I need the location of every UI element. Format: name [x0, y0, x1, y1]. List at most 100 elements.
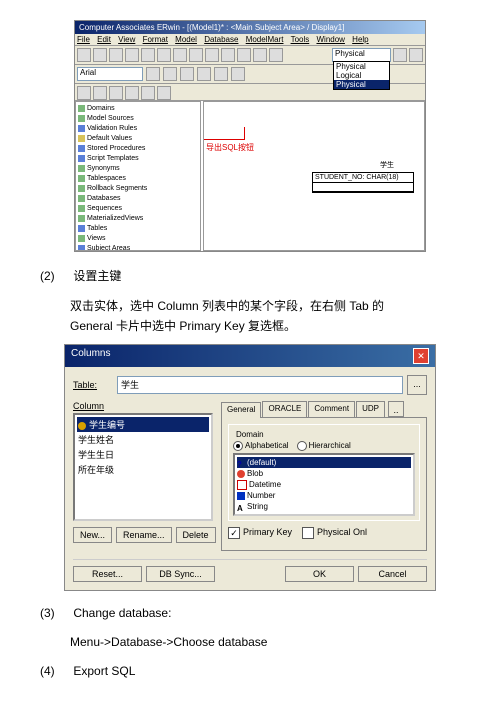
step-title: Export SQL — [73, 664, 135, 678]
window-title: Computer Associates ERwin - [(Model1)* :… — [75, 21, 425, 34]
tree-item: Views — [78, 234, 198, 244]
table-browse-button[interactable]: ... — [407, 375, 427, 395]
tb-print-icon[interactable] — [125, 48, 139, 62]
domain-label: Domain — [233, 430, 267, 439]
folder-icon — [78, 205, 85, 212]
primary-key-checkbox[interactable]: ✓Primary Key — [228, 527, 292, 537]
tb-misc1-icon[interactable] — [393, 48, 407, 62]
radio-hierarchical[interactable]: Hierarchical — [297, 441, 351, 451]
tab-more-button[interactable]: .. — [388, 401, 404, 417]
tb-shape5-icon[interactable] — [141, 86, 155, 100]
tb-paste-icon[interactable] — [173, 48, 187, 62]
tb-cut-icon[interactable] — [141, 48, 155, 62]
tb-color1-icon[interactable] — [197, 67, 211, 81]
tb-shape1-icon[interactable] — [77, 86, 91, 100]
column-item[interactable]: 所在年级 — [77, 462, 209, 477]
new-button[interactable]: New... — [73, 527, 112, 543]
view-opt-logical[interactable]: Logical — [334, 71, 389, 80]
tb-bold-icon[interactable] — [146, 67, 160, 81]
step-4: (4) Export SQL — [40, 664, 460, 678]
tb-save-icon[interactable] — [109, 48, 123, 62]
tb-italic-icon[interactable] — [163, 67, 177, 81]
folder-icon — [78, 115, 85, 122]
tb-shape3-icon[interactable] — [109, 86, 123, 100]
menu-tools[interactable]: Tools — [291, 35, 310, 44]
step-3-para: Menu->Database->Choose database — [70, 632, 430, 652]
folder-icon — [78, 195, 85, 202]
tb-color2-icon[interactable] — [214, 67, 228, 81]
tb-shape2-icon[interactable] — [93, 86, 107, 100]
table-label: Table: — [73, 380, 113, 390]
column-item[interactable]: 学生生日 — [77, 447, 209, 462]
tab-comment[interactable]: Comment — [308, 401, 355, 417]
tb-zoom-icon[interactable] — [221, 48, 235, 62]
delete-button[interactable]: Delete — [176, 527, 216, 543]
menu-database[interactable]: Database — [204, 35, 238, 44]
folder-icon — [78, 125, 85, 132]
step-2: (2) 设置主键 — [40, 267, 460, 284]
step-title: 设置主键 — [73, 269, 121, 283]
menu-format[interactable]: Format — [143, 35, 168, 44]
view-opt-physical[interactable]: Physical — [334, 62, 389, 71]
domain-item: Number — [237, 490, 411, 501]
folder-icon — [78, 235, 85, 242]
tree-item: Tables — [78, 224, 198, 234]
tb-color3-icon[interactable] — [231, 67, 245, 81]
tb-fit-icon[interactable] — [253, 48, 267, 62]
menu-modelmart[interactable]: ModelMart — [246, 35, 284, 44]
ok-button[interactable]: OK — [285, 566, 354, 582]
tb-shape4-icon[interactable] — [125, 86, 139, 100]
menu-view[interactable]: View — [118, 35, 135, 44]
annotation-arrow — [204, 127, 245, 140]
tb-copy-icon[interactable] — [157, 48, 171, 62]
menu-edit[interactable]: Edit — [97, 35, 111, 44]
domain-item: ?(default) — [237, 457, 411, 468]
tab-oracle[interactable]: ORACLE — [262, 401, 307, 417]
column-buttons: New... Rename... Delete — [73, 527, 213, 543]
tb-shape6-icon[interactable] — [157, 86, 171, 100]
tb-undo-icon[interactable] — [189, 48, 203, 62]
radio-alphabetical[interactable]: Alphabetical — [233, 441, 289, 451]
tb-misc2-icon[interactable] — [409, 48, 423, 62]
tb-under-icon[interactable] — [180, 67, 194, 81]
table-row: Table: 学生 ... — [73, 375, 427, 395]
menu-help[interactable]: Help — [352, 35, 368, 44]
view-mode-list: Physical Logical Physical — [333, 61, 390, 90]
column-list[interactable]: 学生编号 学生姓名 学生生日 所在年级 — [73, 413, 213, 521]
menubar: File Edit View Format Model Database Mod… — [75, 34, 425, 46]
view-mode-dropdown[interactable]: Physical Physical Logical Physical — [332, 48, 391, 62]
step-num: (4) — [40, 664, 70, 678]
tree-item: Script Templates — [78, 154, 198, 164]
rename-button[interactable]: Rename... — [116, 527, 172, 543]
tb-new-icon[interactable] — [77, 48, 91, 62]
default-icon: ? — [237, 459, 245, 467]
tab-general[interactable]: General — [221, 402, 261, 418]
column-item: 学生编号 — [77, 417, 209, 432]
table-input[interactable]: 学生 — [117, 376, 403, 394]
domain-list[interactable]: ?(default) Blob Datetime Number AString — [233, 453, 415, 516]
tb-sql-icon[interactable] — [269, 48, 283, 62]
tb-open-icon[interactable] — [93, 48, 107, 62]
reset-button[interactable]: Reset... — [73, 566, 142, 582]
close-icon[interactable]: ✕ — [413, 348, 429, 364]
step-num: (3) — [40, 606, 70, 620]
dbsync-button[interactable]: DB Sync... — [146, 566, 215, 582]
column-label: Column — [73, 401, 213, 411]
font-select[interactable]: Arial — [77, 67, 143, 81]
tree-item: Model Sources — [78, 114, 198, 124]
cancel-button[interactable]: Cancel — [358, 566, 427, 582]
physical-only-checkbox[interactable]: Physical Onl — [302, 527, 367, 537]
menu-window[interactable]: Window — [316, 35, 344, 44]
entity-table[interactable]: STUDENT_NO: CHAR(18) — [312, 172, 414, 193]
tb-redo-icon[interactable] — [205, 48, 219, 62]
column-item[interactable]: 学生姓名 — [77, 432, 209, 447]
view-mode-selected: Physical — [335, 49, 365, 58]
canvas[interactable]: 导出SQL按钮 学生 STUDENT_NO: CHAR(18) — [203, 101, 425, 251]
menu-file[interactable]: File — [77, 35, 90, 44]
tab-udp[interactable]: UDP — [356, 401, 385, 417]
model-tree[interactable]: Domains Model Sources Validation Rules D… — [75, 101, 201, 251]
view-opt-physical2[interactable]: Physical — [334, 80, 389, 89]
tb-zoomout-icon[interactable] — [237, 48, 251, 62]
menu-model[interactable]: Model — [175, 35, 197, 44]
step-num: (2) — [40, 269, 70, 283]
